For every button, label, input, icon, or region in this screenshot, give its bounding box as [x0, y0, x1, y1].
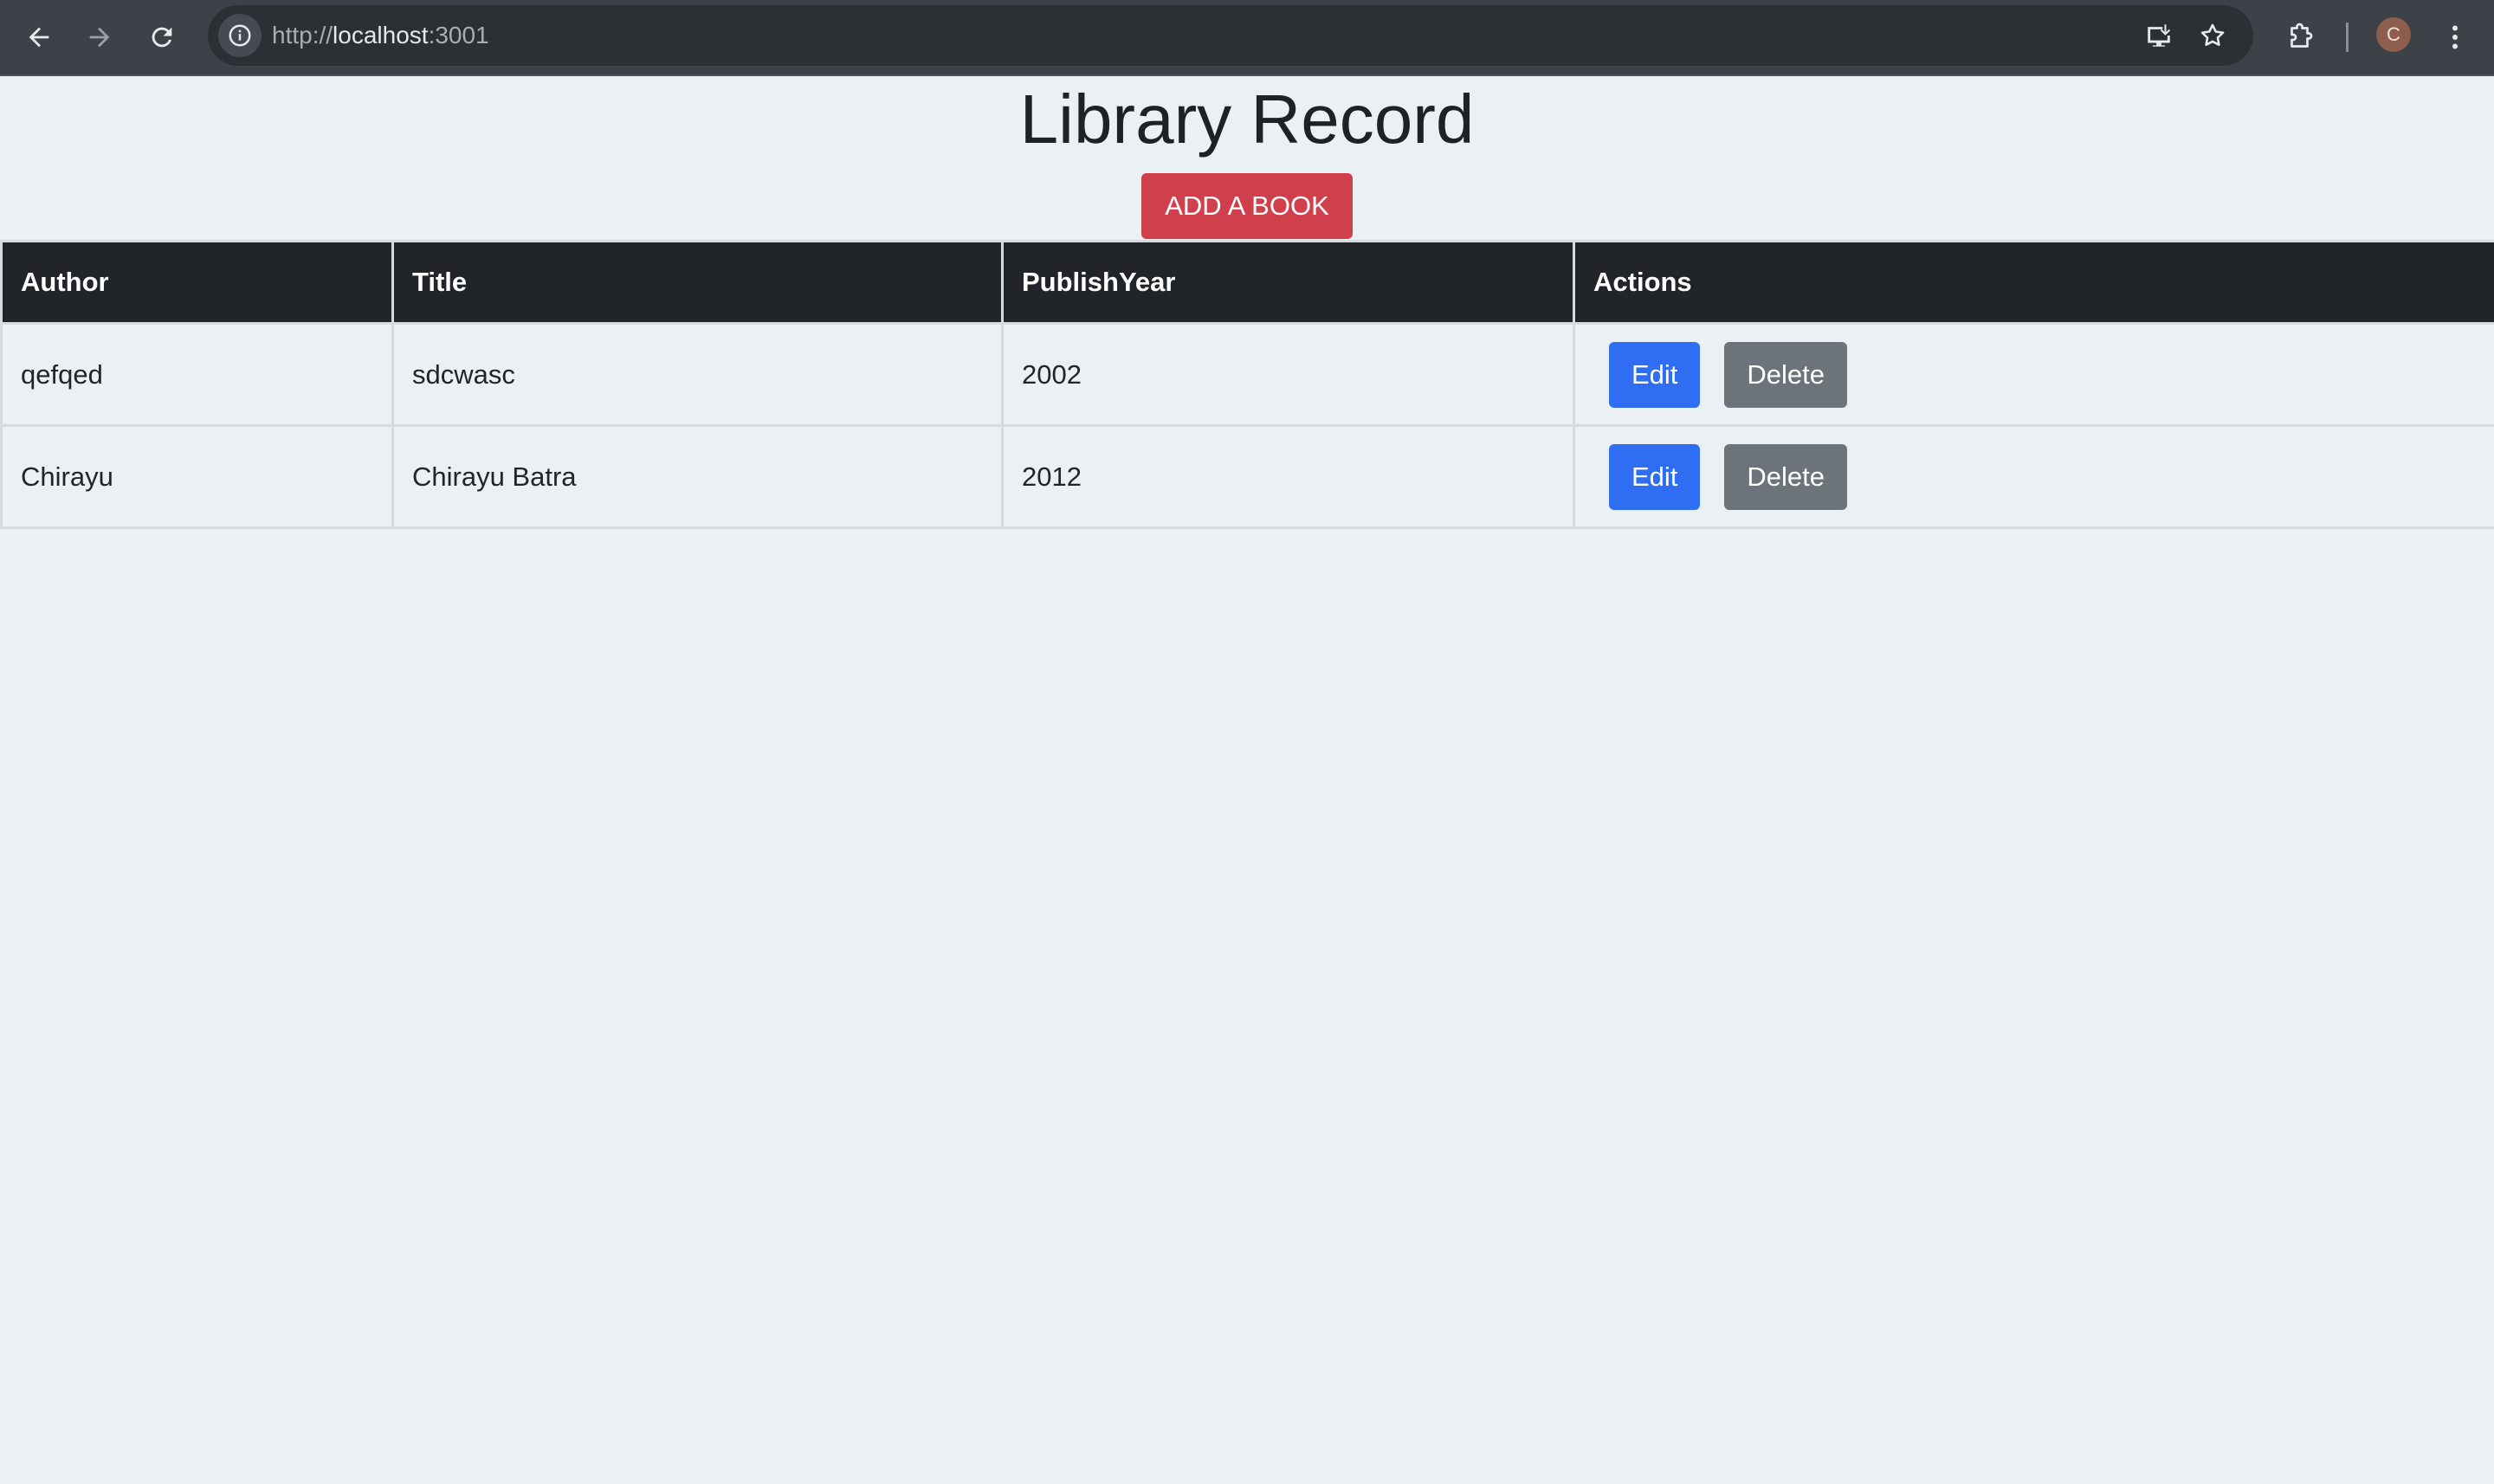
column-header-title: Title	[391, 240, 1004, 325]
add-book-button[interactable]: ADD A BOOK	[1141, 173, 1353, 239]
column-header-publish-year: PublishYear	[1001, 240, 1575, 325]
forward-button[interactable]	[78, 16, 121, 59]
extensions-button[interactable]	[2279, 16, 2323, 59]
column-header-author: Author	[0, 240, 394, 325]
edit-button[interactable]: Edit	[1609, 443, 1701, 510]
install-app-button[interactable]	[2137, 14, 2181, 57]
site-info-icon	[229, 24, 251, 47]
toolbar-divider	[2346, 23, 2349, 52]
browser-toolbar: http://localhost:3001 C	[0, 0, 2494, 76]
cell-publish-year: 2012	[1001, 424, 1575, 529]
browser-menu-button[interactable]	[2433, 16, 2477, 59]
extensions-icon	[2290, 23, 2313, 48]
url-scheme: http://	[272, 22, 333, 48]
cell-title: Chirayu Batra	[391, 424, 1004, 529]
bookmark-button[interactable]	[2191, 14, 2234, 57]
site-info-button[interactable]	[218, 14, 262, 57]
cell-publish-year: 2002	[1001, 322, 1575, 427]
url-host: localhost	[333, 22, 429, 48]
cell-author: Chirayu	[0, 424, 394, 529]
profile-avatar[interactable]: C	[2376, 17, 2411, 52]
url-text[interactable]: http://localhost:3001	[272, 5, 489, 66]
reload-button[interactable]	[140, 16, 184, 59]
forward-icon	[89, 27, 110, 48]
menu-kebab-icon	[2452, 25, 2458, 49]
url-port: :3001	[428, 22, 489, 48]
back-button[interactable]	[17, 16, 61, 59]
cell-author: qefqed	[0, 322, 394, 427]
back-icon	[29, 27, 49, 48]
delete-button[interactable]: Delete	[1724, 443, 1848, 510]
address-bar[interactable]: http://localhost:3001	[208, 5, 2253, 66]
install-app-icon	[2148, 24, 2171, 47]
books-table: Author Title PublishYear Actions qefqed …	[0, 240, 2494, 529]
delete-button[interactable]: Delete	[1724, 341, 1848, 408]
table-row: Chirayu Chirayu Batra 2012 Edit Delete	[0, 424, 2494, 529]
cell-actions: Edit Delete	[1573, 322, 2494, 427]
page-title: Library Record	[1019, 81, 1475, 158]
column-header-actions: Actions	[1573, 240, 2494, 325]
cell-actions: Edit Delete	[1573, 424, 2494, 529]
edit-button[interactable]: Edit	[1609, 341, 1701, 408]
table-row: qefqed sdcwasc 2002 Edit Delete	[0, 322, 2494, 427]
profile-initial: C	[2387, 23, 2400, 45]
cell-title: sdcwasc	[391, 322, 1004, 427]
table-header-row: Author Title PublishYear Actions	[0, 240, 2494, 325]
bookmark-star-icon	[2200, 23, 2225, 47]
reload-icon	[152, 27, 172, 48]
